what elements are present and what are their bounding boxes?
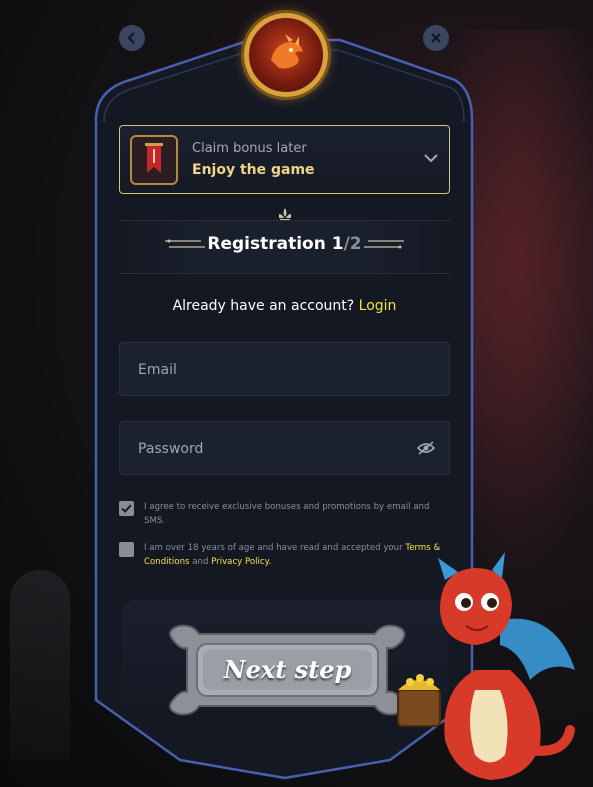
bonus-subtitle: Claim bonus later xyxy=(192,141,307,156)
dragon-mascot-image xyxy=(397,552,575,780)
email-field-wrapper xyxy=(119,342,450,397)
privacy-policy-link[interactable]: Privacy Policy. xyxy=(211,557,271,567)
have-account-prompt: Already have an account? xyxy=(172,298,355,314)
close-icon xyxy=(431,33,441,43)
dragon-head-icon xyxy=(271,34,303,69)
email-input[interactable] xyxy=(136,343,400,397)
promotions-checkbox[interactable] xyxy=(119,501,134,516)
chevron-left-icon xyxy=(127,32,135,44)
next-step-button[interactable]: Next step xyxy=(165,620,410,720)
right-ornament-icon xyxy=(364,240,404,249)
password-field-wrapper xyxy=(119,421,450,476)
close-button[interactable] xyxy=(423,25,449,51)
and-text: and xyxy=(192,557,209,567)
registration-step-total: /2 xyxy=(343,234,362,254)
next-step-label: Next step xyxy=(223,655,352,684)
registration-banner: Registration 1/2 xyxy=(119,220,450,274)
back-button[interactable] xyxy=(119,25,145,51)
chevron-down-icon xyxy=(424,154,438,163)
hide-password-icon[interactable] xyxy=(417,440,435,456)
have-account-line: Already have an account? Login xyxy=(119,298,450,314)
checkmark-icon xyxy=(121,504,132,513)
bonus-banner-icon xyxy=(130,135,178,185)
promotions-consent-text: I agree to receive exclusive bonuses and… xyxy=(144,502,430,526)
login-link[interactable]: Login xyxy=(359,298,397,314)
bonus-title: Enjoy the game xyxy=(192,162,315,178)
password-input[interactable] xyxy=(136,422,400,476)
dragon-medallion-logo xyxy=(244,13,328,97)
age-terms-checkbox[interactable] xyxy=(119,542,134,557)
bonus-selector[interactable]: Claim bonus later Enjoy the game xyxy=(119,125,450,194)
age-consent-label: I am over 18 years of age and have read … xyxy=(144,543,403,553)
